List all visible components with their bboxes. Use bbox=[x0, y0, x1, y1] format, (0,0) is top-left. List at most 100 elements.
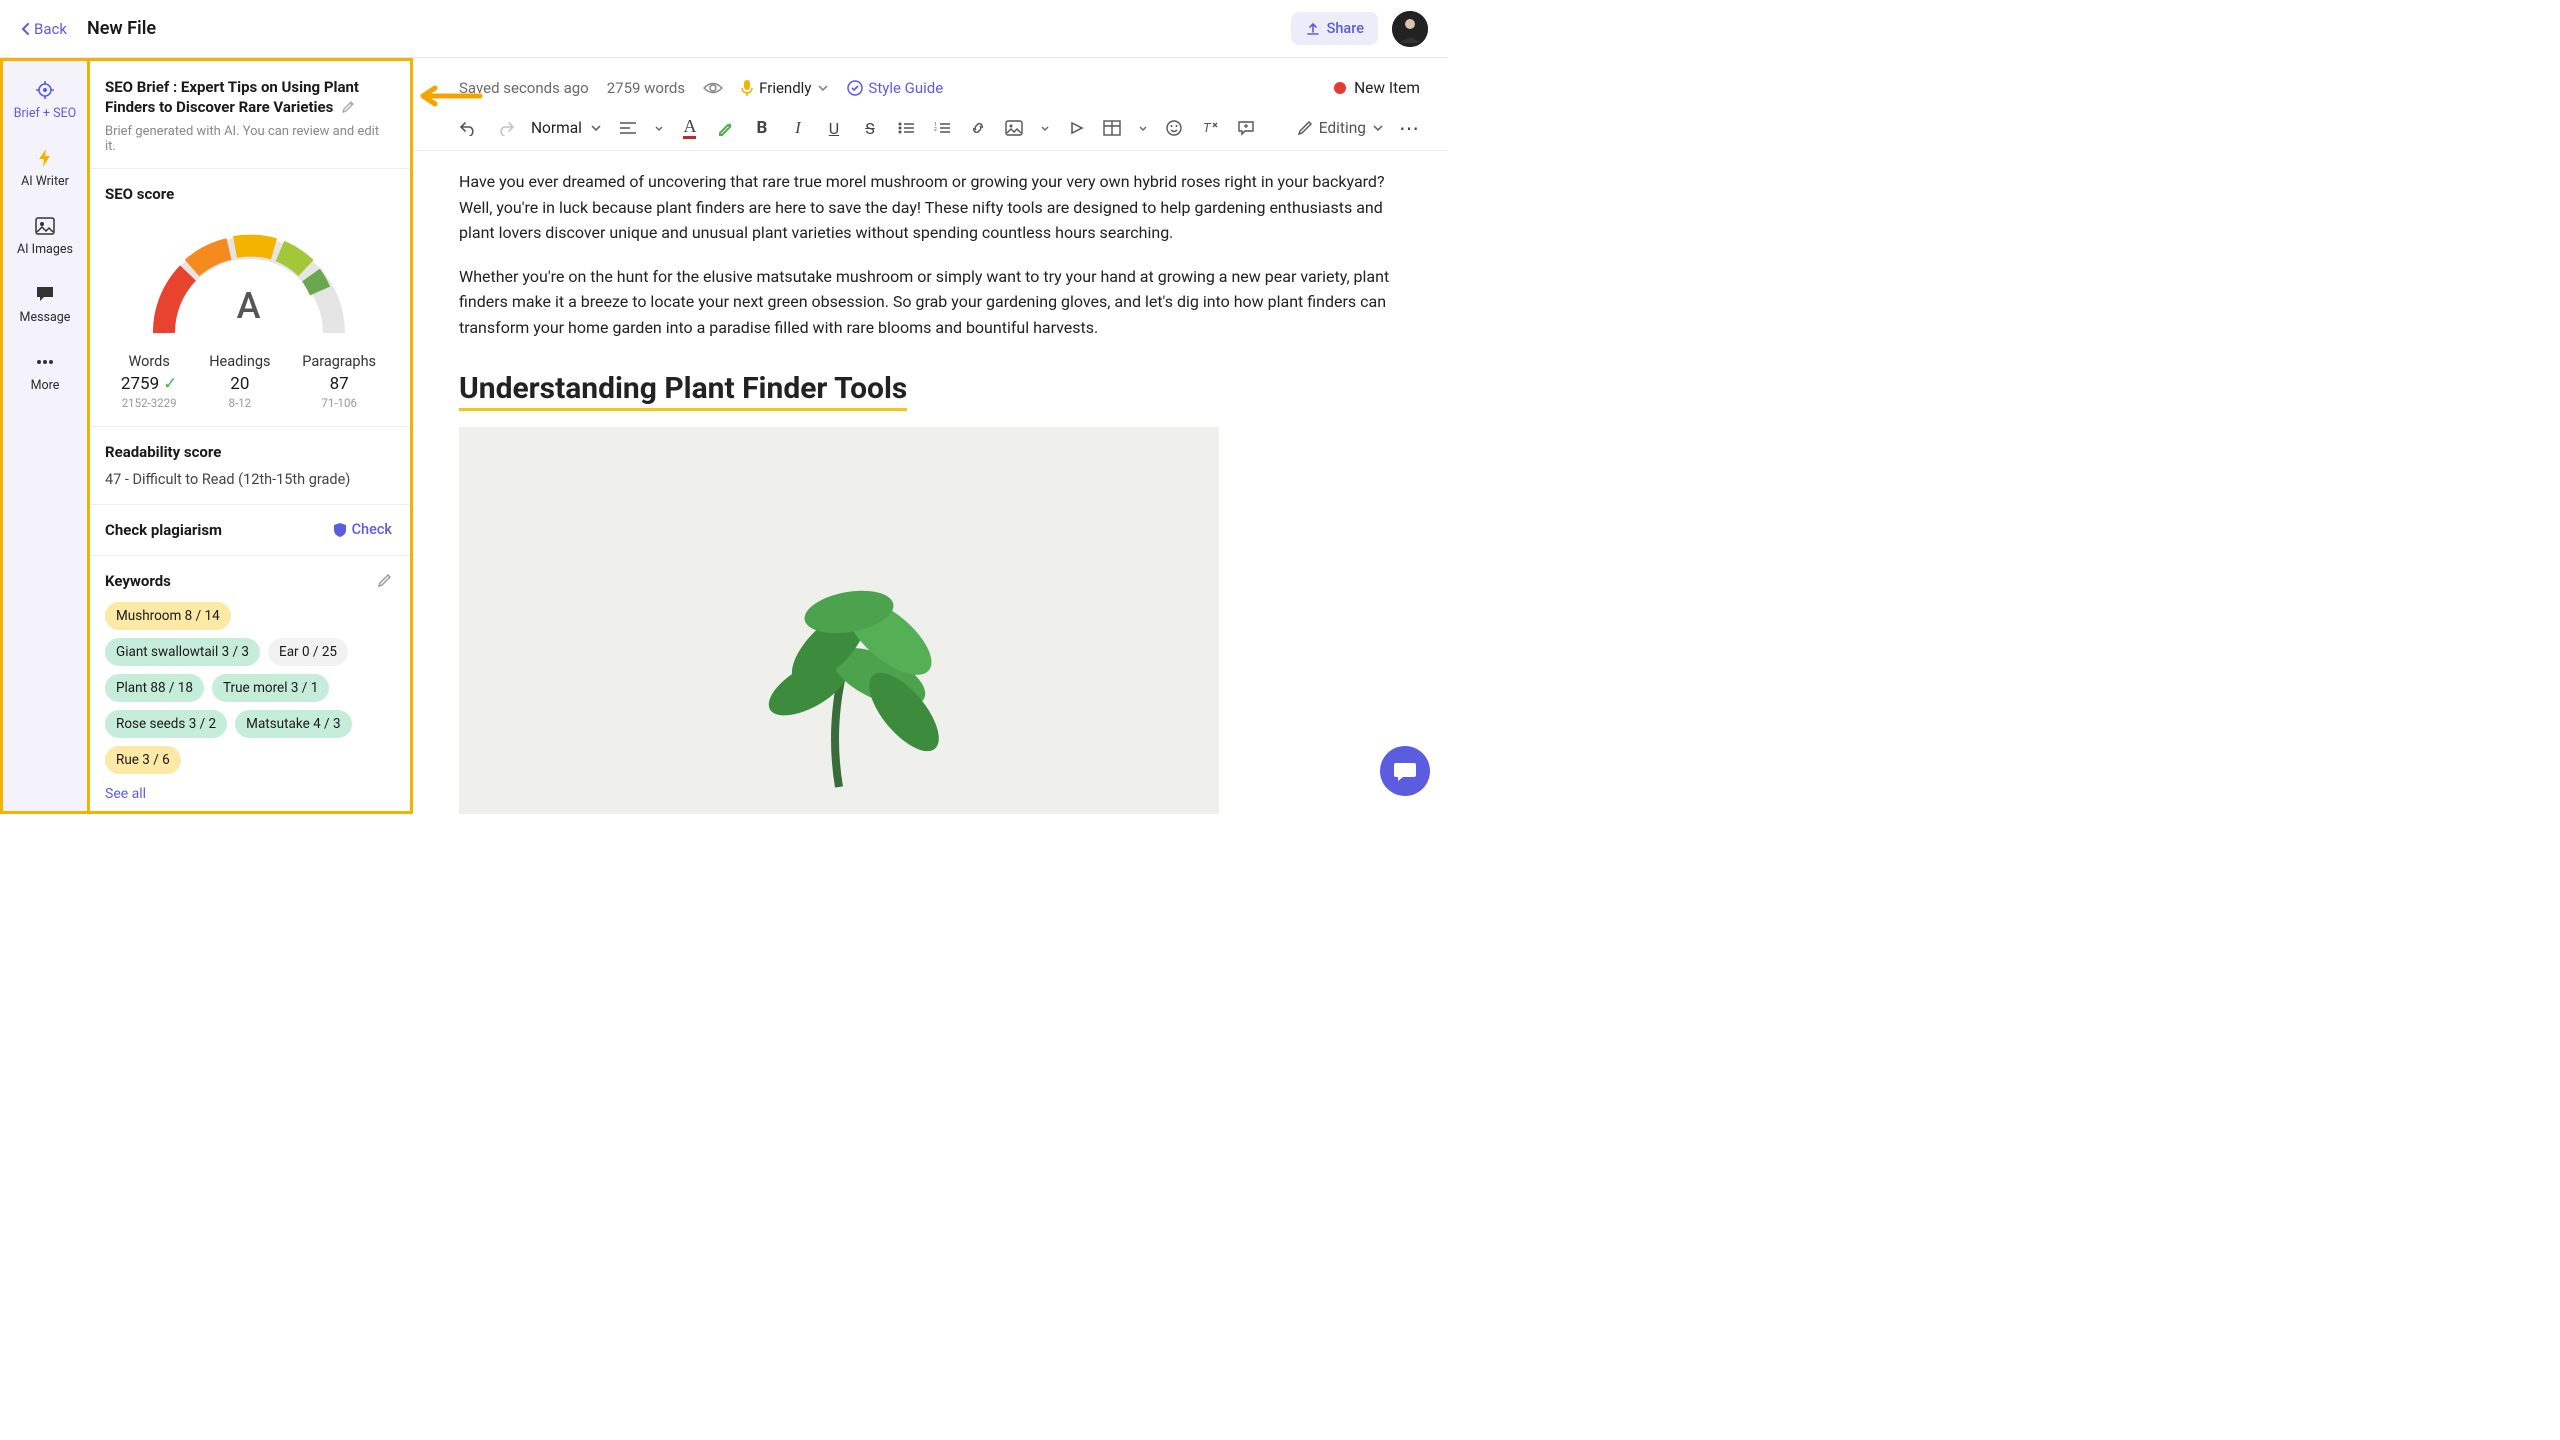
chat-icon bbox=[34, 283, 56, 305]
share-button[interactable]: Share bbox=[1291, 12, 1378, 45]
header: Back New File Share bbox=[0, 0, 1448, 58]
seo-stats: Words 2759✓ 2152-3229 Headings 20 8-12 P… bbox=[105, 353, 392, 410]
redo-button[interactable] bbox=[495, 118, 515, 138]
format-label: Normal bbox=[531, 119, 582, 137]
stat-range: 71-106 bbox=[302, 396, 376, 410]
red-dot-icon bbox=[1334, 82, 1346, 94]
see-all-link[interactable]: See all bbox=[105, 786, 392, 802]
svg-text:2: 2 bbox=[934, 127, 937, 133]
text-color-button[interactable]: A bbox=[680, 118, 700, 138]
more-button[interactable]: ⋯ bbox=[1400, 118, 1420, 138]
rail-label: More bbox=[31, 378, 60, 393]
pencil-icon bbox=[1297, 120, 1313, 136]
edit-icon[interactable] bbox=[341, 100, 355, 114]
chevron-down-icon[interactable] bbox=[654, 125, 664, 132]
stat-paragraphs: Paragraphs 87 71-106 bbox=[302, 353, 376, 410]
file-title: New File bbox=[87, 18, 1291, 39]
bullet-list-button[interactable] bbox=[896, 118, 916, 138]
stat-value: 87 bbox=[302, 374, 376, 394]
rail-label: AI Images bbox=[17, 242, 73, 257]
stat-label: Paragraphs bbox=[302, 353, 376, 370]
chevron-down-icon[interactable] bbox=[1138, 125, 1148, 132]
word-count: 2759 words bbox=[607, 79, 685, 97]
keyword-chip[interactable]: Matsutake 4 / 3 bbox=[235, 710, 351, 738]
bolt-icon bbox=[34, 147, 56, 169]
video-button[interactable] bbox=[1066, 118, 1086, 138]
check-plagiarism-button[interactable]: Check bbox=[333, 521, 392, 538]
chat-fab[interactable] bbox=[1380, 746, 1430, 796]
emoji-button[interactable] bbox=[1164, 118, 1184, 138]
undo-button[interactable] bbox=[459, 118, 479, 138]
rail-label: Brief + SEO bbox=[14, 106, 76, 121]
clear-format-button[interactable]: T bbox=[1200, 118, 1220, 138]
number-list-button[interactable]: 12 bbox=[932, 118, 952, 138]
highlight-button[interactable] bbox=[716, 118, 736, 138]
share-label: Share bbox=[1327, 20, 1364, 37]
edit-keywords-icon[interactable] bbox=[377, 573, 392, 588]
keyword-chip[interactable]: Ear 0 / 25 bbox=[268, 638, 348, 666]
keywords-section: Keywords Mushroom 8 / 14Giant swallowtai… bbox=[87, 556, 410, 815]
dots-icon bbox=[34, 351, 56, 373]
rail-ai-images[interactable]: AI Images bbox=[17, 211, 73, 261]
comment-button[interactable] bbox=[1236, 118, 1256, 138]
readability-value: 47 - Difficult to Read (12th-15th grade) bbox=[105, 471, 392, 488]
align-button[interactable] bbox=[618, 118, 638, 138]
avatar[interactable] bbox=[1392, 11, 1428, 47]
chevron-left-icon bbox=[20, 22, 30, 36]
shield-icon bbox=[333, 522, 347, 538]
bold-button[interactable]: B bbox=[752, 118, 772, 138]
back-button[interactable]: Back bbox=[20, 20, 67, 38]
table-button[interactable] bbox=[1102, 118, 1122, 138]
image-icon bbox=[34, 215, 56, 237]
keyword-chip[interactable]: Mushroom 8 / 14 bbox=[105, 602, 231, 630]
new-item-label: New Item bbox=[1354, 79, 1420, 97]
rail-brief-seo[interactable]: Brief + SEO bbox=[14, 75, 76, 125]
editing-mode-selector[interactable]: Editing bbox=[1297, 119, 1384, 137]
editor-content[interactable]: Have you ever dreamed of uncovering that… bbox=[413, 151, 1448, 814]
keyword-chip[interactable]: Rue 3 / 6 bbox=[105, 746, 181, 774]
keyword-chip[interactable]: Rose seeds 3 / 2 bbox=[105, 710, 227, 738]
rail-message[interactable]: Message bbox=[20, 279, 71, 329]
check-label: Check bbox=[352, 521, 392, 538]
rail-ai-writer[interactable]: AI Writer bbox=[21, 143, 69, 193]
new-item-indicator[interactable]: New Item bbox=[1334, 79, 1420, 97]
stat-range: 2152-3229 bbox=[121, 396, 177, 410]
tone-selector[interactable]: Friendly bbox=[741, 79, 829, 97]
format-selector[interactable]: Normal bbox=[531, 119, 602, 137]
chevron-down-icon[interactable] bbox=[1040, 125, 1050, 132]
heading-2: Understanding Plant Finder Tools bbox=[459, 371, 907, 411]
stat-value: 2759 bbox=[121, 374, 159, 394]
stat-label: Words bbox=[121, 353, 177, 370]
stat-headings: Headings 20 8-12 bbox=[209, 353, 270, 410]
style-label: Style Guide bbox=[868, 79, 943, 97]
underline-button[interactable]: U bbox=[824, 118, 844, 138]
mic-icon bbox=[741, 79, 753, 97]
brief-title: SEO Brief : Expert Tips on Using Plant F… bbox=[105, 78, 359, 116]
stat-words: Words 2759✓ 2152-3229 bbox=[121, 353, 177, 410]
chat-bubble-icon bbox=[1393, 760, 1417, 782]
link-button[interactable] bbox=[968, 118, 988, 138]
sidebar-rail: Brief + SEO AI Writer AI Images Message … bbox=[0, 58, 90, 814]
stat-range: 8-12 bbox=[209, 396, 270, 410]
rail-label: AI Writer bbox=[21, 174, 69, 189]
svg-text:T: T bbox=[1203, 121, 1212, 136]
editing-label: Editing bbox=[1319, 119, 1366, 137]
tone-label: Friendly bbox=[759, 79, 811, 97]
check-circle-icon bbox=[847, 80, 863, 96]
editor-area: Saved seconds ago 2759 words Friendly St… bbox=[413, 58, 1448, 814]
image-button[interactable] bbox=[1004, 118, 1024, 138]
keyword-list: Mushroom 8 / 14 Giant swallowtail 3 / 3 Ea… bbox=[105, 602, 392, 774]
seo-score-title: SEO score bbox=[105, 185, 392, 203]
keyword-chip[interactable]: True morel 3 / 1 bbox=[212, 674, 329, 702]
plagiarism-title: Check plagiarism bbox=[105, 521, 222, 539]
keyword-chip[interactable]: Plant 88 / 18 bbox=[105, 674, 204, 702]
keyword-chip[interactable]: Giant swallowtail 3 / 3 bbox=[105, 638, 260, 666]
style-guide-link[interactable]: Style Guide bbox=[847, 79, 943, 97]
eye-icon[interactable] bbox=[703, 78, 723, 98]
seo-panel: SEO Brief : Expert Tips on Using Plant F… bbox=[87, 58, 413, 814]
rail-more[interactable]: More bbox=[31, 347, 60, 397]
readability-title: Readability score bbox=[105, 443, 392, 461]
strike-button[interactable]: S bbox=[860, 118, 880, 138]
stat-label: Headings bbox=[209, 353, 270, 370]
italic-button[interactable]: I bbox=[788, 118, 808, 138]
